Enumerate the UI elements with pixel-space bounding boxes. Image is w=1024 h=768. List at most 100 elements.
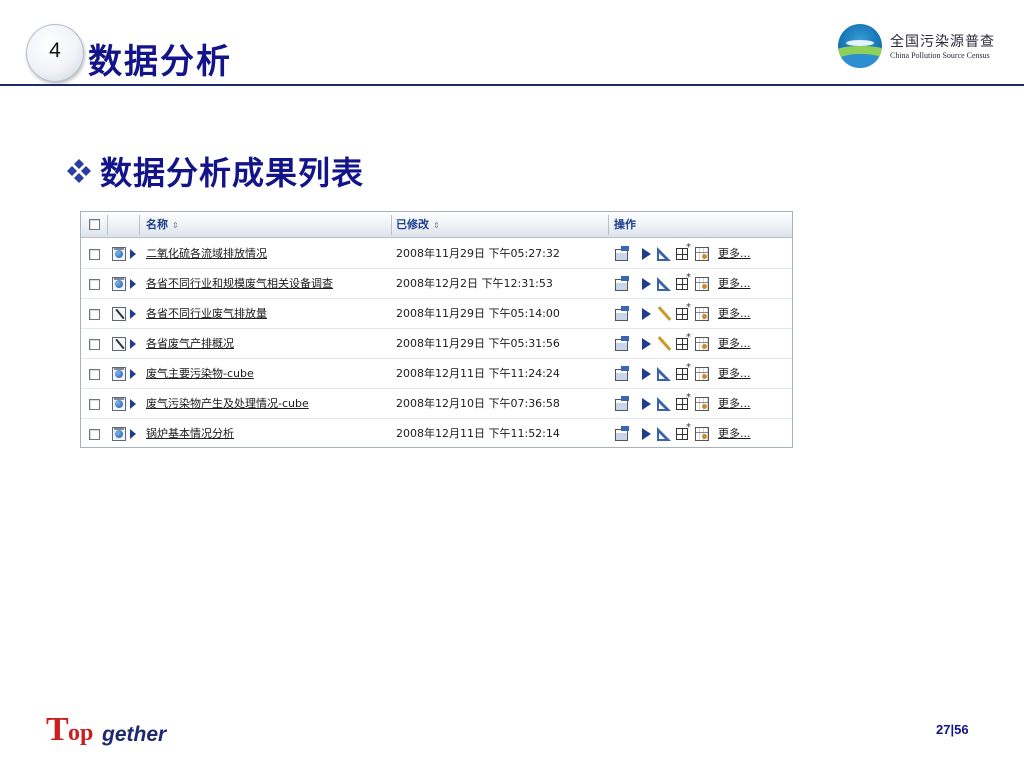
grid-add-icon[interactable]: * (676, 333, 692, 352)
schedule-icon[interactable] (695, 336, 711, 352)
row-checkbox[interactable] (89, 399, 100, 410)
grid-add-icon[interactable]: * (676, 303, 692, 322)
more-link[interactable]: 更多... (718, 336, 751, 352)
expand-arrow-icon[interactable] (130, 339, 136, 349)
column-separator (608, 215, 609, 235)
table-row: 废气污染物产生及处理情况-cube 2008年12月10日 下午07:36:58 *… (81, 389, 792, 419)
row-actions: * 更多... (614, 243, 792, 262)
design-icon[interactable] (656, 426, 672, 442)
schedule-icon[interactable] (695, 426, 711, 442)
design-icon[interactable] (656, 366, 672, 382)
schedule-icon[interactable] (695, 276, 711, 292)
analysis-results-table: 名称 ⇕ 已修改 ⇕ 操作 二氧化硫各流域排放情况 2008年11月29日 下午05:… (80, 211, 793, 448)
row-actions: * 更多... (614, 273, 792, 292)
properties-icon[interactable] (614, 366, 630, 382)
row-name-link[interactable]: 各省不同行业和规模废气相关设备调查 (146, 269, 333, 299)
report-type-icon (112, 367, 126, 381)
row-name-link[interactable]: 各省不同行业废气排放量 (146, 299, 267, 329)
table-row: 各省不同行业和规模废气相关设备调查 2008年12月2日 下午12:31:53 * 更… (81, 269, 792, 299)
edit-type-icon (112, 337, 126, 351)
header-divider (0, 84, 1024, 86)
expand-arrow-icon[interactable] (130, 399, 136, 409)
edit-pencil-icon[interactable] (656, 336, 672, 352)
run-icon[interactable] (638, 426, 654, 442)
run-icon[interactable] (638, 276, 654, 292)
column-separator (391, 215, 392, 235)
page-title: 数据分析 (88, 42, 232, 82)
logo-name-cn: 全国污染源普查 (890, 34, 995, 50)
row-checkbox[interactable] (89, 339, 100, 350)
expand-arrow-icon[interactable] (130, 309, 136, 319)
grid-add-icon[interactable]: * (676, 393, 692, 412)
report-type-icon (112, 427, 126, 441)
report-type-icon (112, 247, 126, 261)
column-header-actions: 操作 (614, 218, 636, 231)
properties-icon[interactable] (614, 306, 630, 322)
row-checkbox[interactable] (89, 249, 100, 260)
row-name-link[interactable]: 废气主要污染物-cube (146, 359, 254, 389)
grid-add-icon[interactable]: * (676, 243, 692, 262)
run-icon[interactable] (638, 396, 654, 412)
more-link[interactable]: 更多... (718, 306, 751, 322)
column-header-modified-label: 已修改 (396, 218, 429, 231)
row-modified-date: 2008年11月29日 下午05:31:56 (396, 337, 560, 350)
section-subheading: 数据分析成果列表 (100, 154, 365, 192)
expand-arrow-icon[interactable] (130, 429, 136, 439)
page-number: 27|56 (936, 722, 969, 737)
properties-icon[interactable] (614, 426, 630, 442)
run-icon[interactable] (638, 336, 654, 352)
table-row: 各省不同行业废气排放量 2008年11月29日 下午05:14:00 * 更多... (81, 299, 792, 329)
brand-letter-t: T (46, 711, 69, 748)
run-icon[interactable] (638, 246, 654, 262)
row-checkbox[interactable] (89, 309, 100, 320)
report-type-icon (112, 277, 126, 291)
column-header-name[interactable]: 名称 ⇕ (146, 212, 179, 237)
expand-arrow-icon[interactable] (130, 249, 136, 259)
more-link[interactable]: 更多... (718, 246, 751, 262)
row-actions: * 更多... (614, 303, 792, 322)
topgether-logo: T op gether (46, 712, 186, 748)
logo-name-en: China Pollution Source Census (890, 51, 990, 60)
select-all-checkbox[interactable] (89, 219, 100, 230)
grid-add-icon[interactable]: * (676, 363, 692, 382)
properties-icon[interactable] (614, 336, 630, 352)
grid-add-icon[interactable]: * (676, 273, 692, 292)
schedule-icon[interactable] (695, 306, 711, 322)
schedule-icon[interactable] (695, 246, 711, 262)
design-icon[interactable] (656, 246, 672, 262)
brand-gether: gether (102, 723, 167, 746)
row-name-link[interactable]: 锅炉基本情况分析 (146, 419, 234, 449)
expand-arrow-icon[interactable] (130, 369, 136, 379)
run-icon[interactable] (638, 306, 654, 322)
more-link[interactable]: 更多... (718, 426, 751, 442)
row-checkbox[interactable] (89, 369, 100, 380)
schedule-icon[interactable] (695, 396, 711, 412)
row-name-link[interactable]: 二氧化硫各流域排放情况 (146, 239, 267, 269)
more-link[interactable]: 更多... (718, 366, 751, 382)
column-header-modified[interactable]: 已修改 ⇕ (396, 212, 440, 237)
sort-arrow-icon: ⇕ (433, 221, 440, 230)
more-link[interactable]: 更多... (718, 276, 751, 292)
table-header: 名称 ⇕ 已修改 ⇕ 操作 (81, 212, 792, 238)
census-logo: 全国污染源普查 China Pollution Source Census (838, 22, 1008, 68)
design-icon[interactable] (656, 276, 672, 292)
row-actions: * 更多... (614, 363, 792, 382)
more-link[interactable]: 更多... (718, 396, 751, 412)
row-name-link[interactable]: 废气污染物产生及处理情况-cube (146, 389, 309, 419)
row-checkbox[interactable] (89, 429, 100, 440)
row-modified-date: 2008年11月29日 下午05:14:00 (396, 307, 560, 320)
design-icon[interactable] (656, 396, 672, 412)
row-modified-date: 2008年12月2日 下午12:31:53 (396, 277, 553, 290)
properties-icon[interactable] (614, 276, 630, 292)
brand-op: op (68, 720, 94, 746)
grid-add-icon[interactable]: * (676, 423, 692, 442)
row-actions: * 更多... (614, 333, 792, 352)
properties-icon[interactable] (614, 246, 630, 262)
schedule-icon[interactable] (695, 366, 711, 382)
properties-icon[interactable] (614, 396, 630, 412)
row-name-link[interactable]: 各省废气产排概况 (146, 329, 234, 359)
edit-pencil-icon[interactable] (656, 306, 672, 322)
row-checkbox[interactable] (89, 279, 100, 290)
run-icon[interactable] (638, 366, 654, 382)
expand-arrow-icon[interactable] (130, 279, 136, 289)
